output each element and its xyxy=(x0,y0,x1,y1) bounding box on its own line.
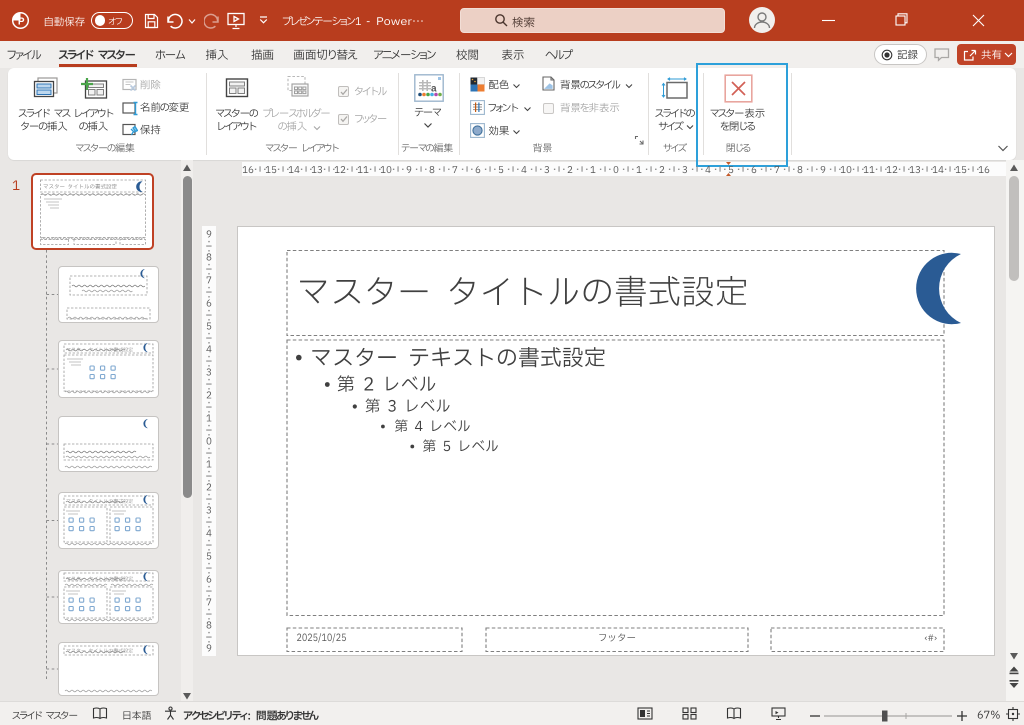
svg-text:P: P xyxy=(18,17,25,28)
